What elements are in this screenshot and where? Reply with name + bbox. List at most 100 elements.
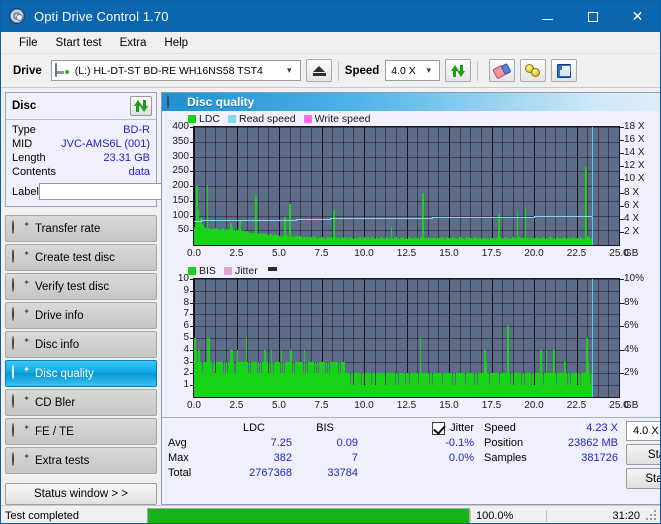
test-speed-select[interactable]: 4.0 X ▾ — [626, 421, 660, 441]
x-tick-label: 20.0 — [524, 400, 544, 411]
close-icon: ✕ — [631, 8, 644, 25]
chevron-down-icon: ▾ — [426, 65, 432, 75]
stats-header-blank — [168, 421, 216, 436]
status-window-button[interactable]: Status window > > — [5, 483, 157, 505]
menu-start-test[interactable]: Start test — [47, 35, 111, 51]
tools-button[interactable] — [520, 59, 547, 82]
drive-select[interactable]: (L:) HL-DT-ST BD-RE WH16NS58 TST4 ▾ — [50, 60, 301, 81]
close-button[interactable]: ✕ — [615, 1, 660, 32]
y-tick — [190, 361, 194, 363]
x-tick-label: 22.5 — [566, 248, 587, 259]
readout-speed-value: 4.23 X — [586, 422, 618, 434]
sidebar-item-fe-te[interactable]: ✦ FE / TE — [5, 418, 157, 445]
disc-icon: ✦ — [12, 249, 30, 265]
minimize-button[interactable] — [525, 1, 570, 32]
eject-icon — [312, 65, 325, 72]
drive-select-value: (L:) HL-DT-ST BD-RE WH16NS58 TST4 — [74, 64, 263, 77]
resize-grip[interactable] — [646, 509, 658, 522]
x-axis-unit: GB — [624, 400, 639, 411]
y-tick-label: 2 — [183, 367, 189, 379]
sidebar-item-label: FE / TE — [35, 425, 74, 438]
sidebar-item-disc-quality[interactable]: ✦ Disc quality — [5, 360, 157, 387]
disc-icon: ✦ — [12, 307, 30, 323]
measurement-readouts: Speed 4.23 X Position 23862 MB Samples 3… — [484, 421, 618, 466]
y-tick-label: 4 — [183, 343, 189, 355]
y-tick-label: 150 — [172, 194, 189, 206]
eject-button[interactable] — [305, 59, 332, 82]
disc-row-type-value: BD-R — [123, 124, 150, 136]
stats-row-label: Avg — [168, 437, 187, 449]
save-button[interactable] — [551, 59, 578, 82]
y-tick — [190, 302, 194, 304]
sidebar-item-label: Verify test disc — [35, 280, 110, 293]
y2-tick — [620, 140, 624, 142]
sidebar-item-extra-tests[interactable]: ✦ Extra tests — [5, 447, 157, 474]
start-part-button[interactable]: Start part — [626, 468, 660, 489]
start-full-button[interactable]: Start full — [626, 444, 660, 465]
drive-toolbar: Drive (L:) HL-DT-ST BD-RE WH16NS58 TST4 … — [1, 54, 660, 88]
window-title: Opti Drive Control 1.70 — [34, 9, 169, 24]
disc-row-length: Length 23.31 GB — [12, 151, 150, 165]
jitter-toggle[interactable]: Jitter — [358, 421, 474, 436]
stats-row-total: Total 2767368 33784 — [168, 466, 474, 481]
title-bar: Opti Drive Control 1.70 ✕ — [1, 1, 660, 32]
refresh-button[interactable] — [445, 59, 472, 82]
sidebar-item-disc-info[interactable]: ✦ Disc info — [5, 331, 157, 358]
sidebar-item-transfer-rate[interactable]: ✦ Transfer rate — [5, 215, 157, 242]
disc-row-type-key: Type — [12, 124, 36, 136]
readout-position: Position 23862 MB — [484, 436, 618, 451]
plot-border — [193, 126, 620, 246]
elapsed-time: 31:20 — [546, 509, 646, 522]
legend-swatch — [188, 267, 196, 275]
disc-info-panel: Disc Type BD-R MID JVC-AMS6L (001) Lengt… — [5, 92, 241, 207]
stats-max-bis: 7 — [351, 452, 358, 464]
disc-row-mid: MID JVC-AMS6L (001) — [12, 137, 150, 151]
disc-icon: ✦ — [12, 394, 30, 410]
menu-help[interactable]: Help — [155, 35, 197, 51]
sidebar-item-label: Disc info — [35, 338, 80, 351]
speed-select[interactable]: 4.0 X ▾ — [385, 60, 441, 81]
y2-tick-label: 2% — [624, 367, 639, 379]
y2-tick-label: 10 X — [624, 173, 645, 185]
ldc-legend: LDC Read speed Write speed — [188, 113, 375, 125]
erase-button[interactable] — [489, 59, 516, 82]
y-tick-label: 200 — [172, 180, 189, 191]
disc-row-length-value: 23.31 GB — [103, 152, 150, 164]
maximize-button[interactable] — [570, 1, 615, 32]
jitter-checkbox[interactable] — [432, 422, 446, 435]
charts-region: LDC Read speed Write speed 50 100 150 200 250 3… — [162, 111, 660, 417]
menu-extra[interactable]: Extra — [111, 35, 156, 51]
y-tick — [190, 338, 194, 339]
stats-table: LDC BIS Jitter Avg 7.25 0.09 -0.1% Max 3… — [168, 421, 474, 481]
sidebar-item-cd-bler[interactable]: ✦ CD Bler — [5, 389, 157, 416]
readout-position-value: 23862 MB — [567, 437, 618, 449]
y-tick — [190, 230, 194, 232]
stats-header-bis: BIS — [316, 422, 334, 434]
speed-select-value: 4.0 X — [391, 64, 416, 77]
readout-samples-value: 381726 — [581, 452, 618, 464]
y-tick — [190, 215, 194, 217]
sidebar-item-drive-info[interactable]: ✦ Drive info — [5, 302, 157, 329]
menu-file[interactable]: File — [10, 35, 47, 51]
stats-header-ldc: LDC — [242, 422, 265, 434]
drive-label: Drive — [13, 64, 42, 77]
y-tick — [190, 326, 194, 328]
y-tick — [190, 141, 194, 143]
x-tick-label: 2.5 — [229, 248, 244, 259]
sidebar-item-verify-test-disc[interactable]: ✦ Verify test disc — [5, 273, 157, 300]
legend-label: Write speed — [314, 113, 371, 125]
progress-fill — [148, 508, 469, 523]
sidebar-item-create-test-disc[interactable]: ✦ Create test disc — [5, 244, 157, 271]
readout-position-key: Position — [484, 437, 524, 449]
y2-tick-label: 2 X — [624, 225, 640, 237]
y2-tick — [620, 218, 624, 220]
y2-tick — [620, 326, 624, 328]
disc-label-key: Label — [12, 185, 39, 198]
y-tick-label: 3 — [183, 355, 189, 367]
stats-total-bis: 33784 — [327, 467, 358, 479]
disc-panel-title: Disc — [12, 100, 37, 112]
x-tick-label: 15.0 — [439, 400, 459, 411]
disc-refresh-button[interactable] — [130, 96, 152, 116]
sidebar-item-label: CD Bler — [35, 396, 76, 409]
x-tick-label: 12.5 — [396, 248, 417, 259]
